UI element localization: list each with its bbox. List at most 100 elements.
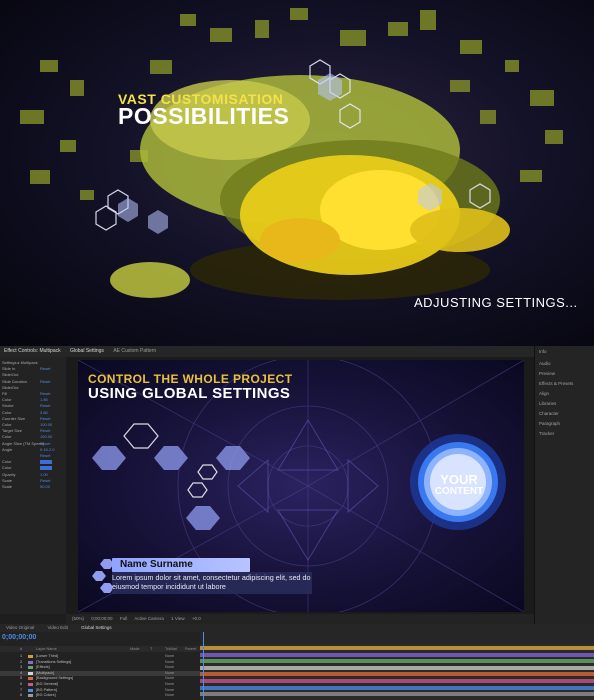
panel-character[interactable]: Character xyxy=(539,411,559,416)
effect-row-value[interactable]: 3.80 xyxy=(40,410,48,416)
current-time-indicator[interactable] xyxy=(203,632,204,700)
tab-global-settings-timeline[interactable]: Global Settings xyxy=(75,625,118,630)
effect-row[interactable]: Angle Slice (TM Speed) Reset xyxy=(2,441,64,447)
effect-row-value[interactable]: 0:15.2.0 xyxy=(40,447,54,453)
layer-row[interactable]: 8 [BG Colors] None xyxy=(0,693,200,698)
layer-row[interactable]: 5 [Background Settings] None xyxy=(0,676,200,681)
panel-tracker[interactable]: Tracker xyxy=(539,431,554,436)
layer-label-color[interactable] xyxy=(28,671,33,675)
layer-mode[interactable]: None xyxy=(165,676,174,681)
layer-mode[interactable]: None xyxy=(165,671,174,676)
effect-row[interactable]: Color xyxy=(2,459,64,465)
exposure-value[interactable]: +0.0 xyxy=(192,616,201,621)
effect-row[interactable]: Slide/Out xyxy=(2,385,64,391)
resolution-dropdown[interactable]: Full xyxy=(120,616,127,621)
effect-row-value[interactable]: 1.85 xyxy=(40,397,48,403)
layer-label-color[interactable] xyxy=(28,694,33,698)
effect-row[interactable]: Color xyxy=(2,465,64,471)
layer-row[interactable]: 7 [BG Pattern] None xyxy=(0,688,200,693)
tab-video-original[interactable]: Video Original xyxy=(0,625,40,630)
effect-row[interactable]: Slide Duration Reset xyxy=(2,379,64,385)
track-bar[interactable] xyxy=(200,652,594,657)
layer-label-color[interactable] xyxy=(28,688,33,692)
lower-third-body: Lorem ipsum dolor sit amet, consectetur … xyxy=(112,573,311,591)
layer-list: 0;00;00;00 # Layer Name Mode T TrkMat Pa… xyxy=(0,632,200,700)
track-bar[interactable] xyxy=(200,679,594,683)
effect-row[interactable]: Fill Reset xyxy=(2,391,64,397)
time-ruler[interactable] xyxy=(200,632,594,644)
composition-canvas[interactable]: CONTROL THE WHOLE PROJECT USING GLOBAL S… xyxy=(78,360,524,612)
layer-label-color[interactable] xyxy=(28,660,33,664)
effect-row[interactable]: Stroke Reset xyxy=(2,403,64,409)
layer-mode[interactable]: None xyxy=(165,682,174,687)
effect-row-value[interactable]: Reset xyxy=(40,403,50,409)
camera-dropdown[interactable]: Active Camera xyxy=(134,616,164,621)
effect-row[interactable]: Counter Size Reset xyxy=(2,416,64,422)
effect-row-value[interactable]: 1.00 xyxy=(40,472,48,478)
layer-label-color[interactable] xyxy=(28,655,33,658)
effect-row[interactable]: Slide In Reset xyxy=(2,366,64,372)
view-layout-dropdown[interactable]: 1 View xyxy=(171,616,184,621)
effect-row[interactable]: Color 100.00 xyxy=(2,434,64,440)
effect-row-value[interactable]: Reset xyxy=(40,379,50,385)
track-bar[interactable] xyxy=(200,665,594,670)
effect-row[interactable]: Angle 0:15.2.0 xyxy=(2,447,64,453)
panel-info[interactable]: Info xyxy=(539,349,547,354)
track-bar[interactable] xyxy=(200,646,594,650)
effect-row[interactable]: Color 3.80 xyxy=(2,410,64,416)
timeline-timecode[interactable]: 0;00;00;00 xyxy=(2,634,36,641)
effect-row[interactable]: Color 1.85 xyxy=(2,397,64,403)
effect-row-value[interactable]: 100.00 xyxy=(40,422,52,428)
effect-row-value[interactable]: Reset xyxy=(40,416,50,422)
panel-align[interactable]: Align xyxy=(539,391,549,396)
layer-mode[interactable]: None xyxy=(165,654,174,659)
track-bar[interactable] xyxy=(200,685,594,690)
effect-row[interactable]: Reset xyxy=(2,453,64,459)
layer-mode[interactable]: None xyxy=(165,688,174,693)
layer-label-color[interactable] xyxy=(28,666,33,670)
effect-row[interactable]: Settings ▸ Multipack xyxy=(2,360,64,366)
effect-row-value[interactable]: 100.00 xyxy=(40,434,52,440)
layer-row[interactable]: 3 [Effects] None xyxy=(0,665,200,670)
panel-audio[interactable]: Audio xyxy=(539,361,551,366)
effect-row-value[interactable]: Reset xyxy=(40,366,50,372)
track-bar[interactable] xyxy=(200,672,594,677)
effect-row[interactable]: Opacity 1.00 xyxy=(2,472,64,478)
layer-name: [BG General] xyxy=(36,682,59,686)
track-bar[interactable] xyxy=(200,692,594,697)
panel-libraries[interactable]: Libraries xyxy=(539,401,556,406)
effect-row[interactable]: Scale 50.00 xyxy=(2,484,64,490)
layer-mode[interactable]: None xyxy=(165,665,174,670)
effect-row[interactable]: Slide/Out xyxy=(2,372,64,378)
effect-row[interactable]: Color 100.00 xyxy=(2,422,64,428)
effect-row[interactable]: Scale Reset xyxy=(2,478,64,484)
layer-label-color[interactable] xyxy=(28,683,33,686)
layer-mode[interactable]: None xyxy=(165,693,174,698)
zoom-dropdown[interactable]: (50%) xyxy=(72,616,84,621)
effect-row-value[interactable]: Reset xyxy=(40,478,50,484)
track-bar[interactable] xyxy=(200,659,594,664)
effect-row-value[interactable]: Reset xyxy=(40,453,50,459)
effect-row-value[interactable]: Reset xyxy=(40,428,50,434)
layer-row[interactable]: 4 [Multipack] None xyxy=(0,670,200,676)
effect-row-label: Counter Size xyxy=(2,415,26,421)
layer-row[interactable]: 6 [BG General] None xyxy=(0,682,200,687)
current-time[interactable]: 0;00;00;00 xyxy=(91,616,112,621)
tab-ae-custom-pattern[interactable]: AE Custom Pattern xyxy=(109,348,160,354)
layer-row[interactable]: 2 [Transitions Settings] None xyxy=(0,660,200,665)
panel-paragraph[interactable]: Paragraph xyxy=(539,421,560,426)
effect-row-value[interactable]: 50.00 xyxy=(40,484,50,490)
tab-global-settings[interactable]: Global Settings xyxy=(66,348,108,354)
layer-label-color[interactable] xyxy=(28,677,33,681)
effect-controls-tab[interactable]: Effect Controls: Multipack xyxy=(0,346,66,357)
effect-row[interactable]: Target Size Reset xyxy=(2,428,64,434)
panel-preview[interactable]: Preview xyxy=(539,371,555,376)
color-swatch[interactable] xyxy=(40,460,52,465)
panel-effects-presets[interactable]: Effects & Presets xyxy=(539,381,573,386)
color-swatch[interactable] xyxy=(40,466,52,471)
layer-mode[interactable]: None xyxy=(165,660,174,665)
effect-row-value[interactable]: Reset xyxy=(40,391,50,397)
layer-row[interactable]: 1 [Lower Third] None xyxy=(0,654,200,659)
tab-video-edit[interactable]: Video Edit xyxy=(41,625,73,630)
effect-row-value[interactable]: Reset xyxy=(40,441,50,447)
